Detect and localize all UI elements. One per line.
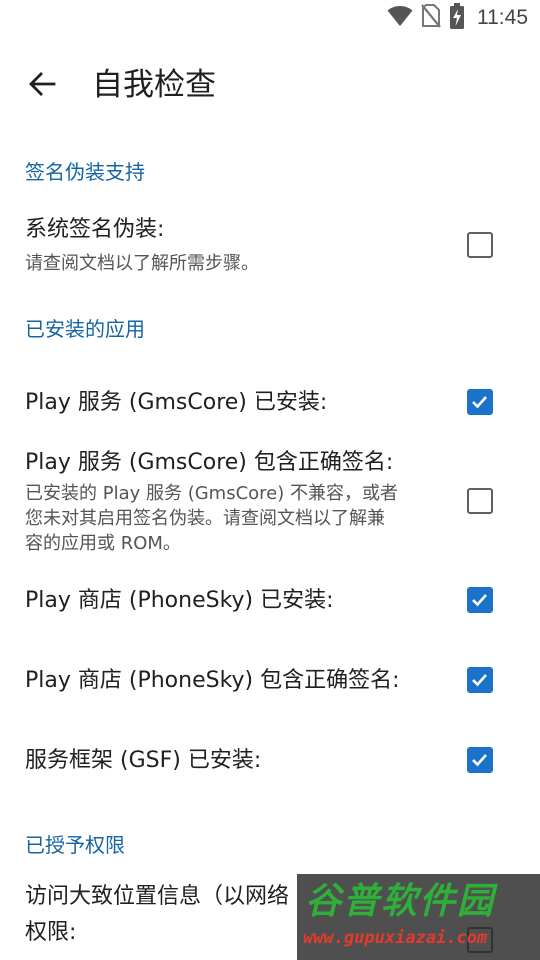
watermark-url: www.gupuxiazai.com — [303, 928, 488, 948]
pref-system-signature-spoofing[interactable]: 系统签名伪装: 请查阅文档以了解所需步骤。 — [0, 200, 540, 292]
pref-gmscore-installed[interactable]: Play 服务 (GmsCore) 已安装: — [0, 362, 540, 442]
checkbox-system-signature-spoofing[interactable] — [467, 232, 493, 258]
pref-title: Play 服务 (GmsCore) 已安装: — [25, 390, 328, 415]
pref-summary: 请查阅文档以了解所需步骤。 — [25, 253, 259, 274]
checkbox-gmscore-installed[interactable] — [467, 389, 493, 415]
pref-title: Play 商店 (PhoneSky) 已安装: — [25, 588, 334, 613]
section-header-granted-permissions: 已授予权限 — [25, 833, 125, 857]
checkbox-phonesky-installed[interactable] — [467, 587, 493, 613]
checkbox-gmscore-signature[interactable] — [467, 488, 493, 514]
app-bar: 自我检查 — [0, 44, 540, 124]
checkbox-gsf-installed[interactable] — [467, 747, 493, 773]
pref-summary-line-2: 您未对其启用签名伪装。请查阅文档以了解兼 — [25, 508, 385, 529]
check-icon — [472, 674, 487, 687]
watermark-logo: 谷普软件园 — [305, 881, 496, 922]
page-title: 自我检查 — [92, 67, 216, 103]
no-sim-icon — [421, 4, 441, 32]
checkbox-phonesky-signature[interactable] — [467, 667, 493, 693]
check-icon — [472, 396, 487, 409]
check-icon — [472, 594, 487, 607]
pref-phonesky-installed[interactable]: Play 商店 (PhoneSky) 已安装: — [0, 562, 540, 642]
battery-charging-icon — [449, 3, 465, 33]
pref-phonesky-signature[interactable]: Play 商店 (PhoneSky) 包含正确签名: — [0, 642, 540, 722]
wifi-icon — [387, 5, 413, 31]
status-icons: 11:45 — [387, 3, 528, 33]
status-bar: 11:45 — [0, 0, 540, 36]
section-header-installed-apps: 已安装的应用 — [25, 317, 145, 341]
check-icon — [472, 754, 487, 767]
arrow-left-icon — [28, 70, 56, 102]
pref-title: Play 商店 (PhoneSky) 包含正确签名: — [25, 668, 400, 693]
pref-title: Play 服务 (GmsCore) 包含正确签名: — [25, 450, 394, 475]
pref-summary-line-3: 容的应用或 ROM。 — [25, 533, 181, 554]
pref-title: 服务框架 (GSF) 已安装: — [25, 748, 262, 773]
pref-gmscore-signature[interactable]: Play 服务 (GmsCore) 包含正确签名: 已安装的 Play 服务 (… — [0, 442, 540, 562]
back-button[interactable] — [18, 62, 66, 110]
pref-title: 系统签名伪装: — [25, 217, 165, 242]
pref-summary-line-1: 已安装的 Play 服务 (GmsCore) 不兼容，或者 — [25, 483, 398, 504]
status-time: 11:45 — [477, 6, 528, 29]
watermark: 谷普软件园 www.gupuxiazai.com — [297, 874, 540, 960]
pref-gsf-installed[interactable]: 服务框架 (GSF) 已安装: — [0, 722, 540, 802]
section-header-signature-spoofing: 签名伪装支持 — [25, 160, 145, 184]
